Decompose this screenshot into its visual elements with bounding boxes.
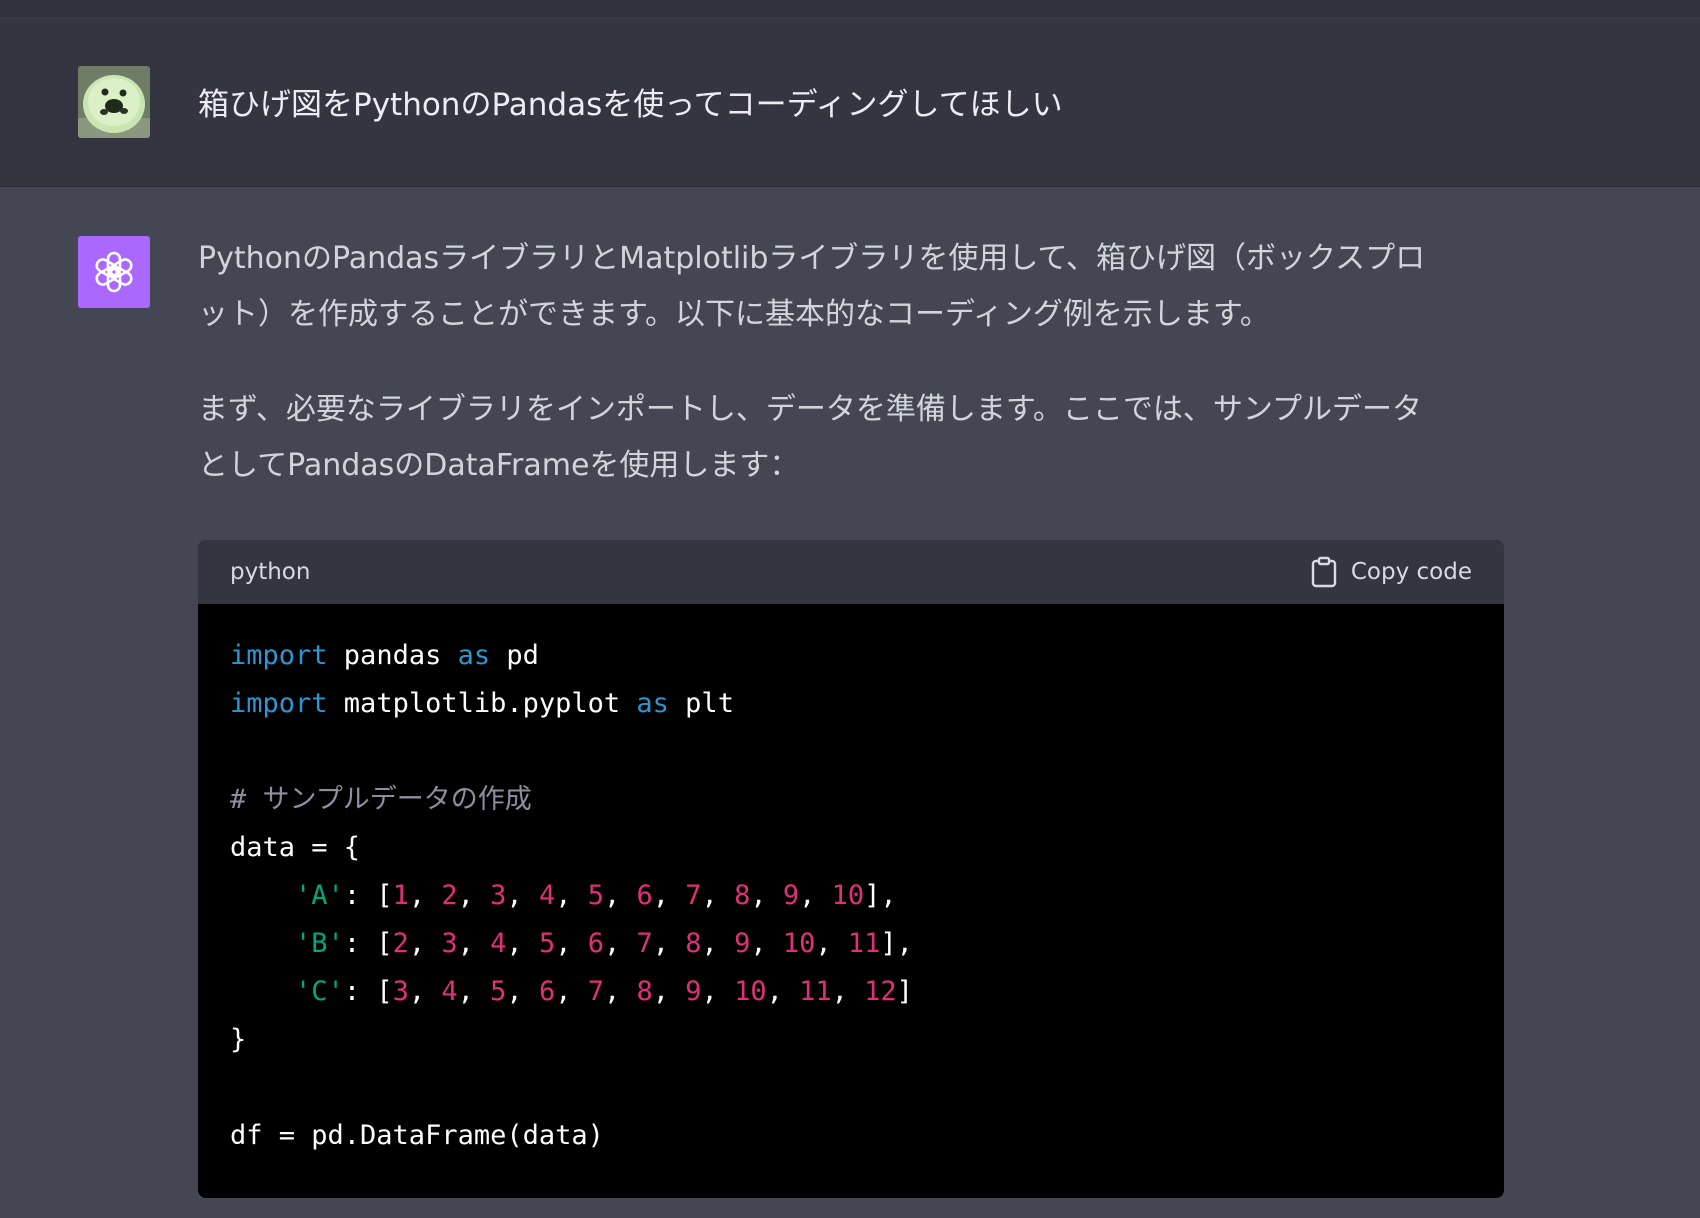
number-token: 9 (685, 976, 702, 1007)
assistant-paragraph-1: PythonのPandasライブラリとMatplotlibライブラリを使用して、… (198, 231, 1508, 343)
number-token: 7 (685, 880, 702, 911)
number-token: 8 (685, 928, 702, 959)
keyword-token: as (636, 688, 669, 719)
code-token: pd (490, 640, 539, 671)
keyword-token: as (457, 640, 491, 671)
number-token: 9 (734, 928, 751, 959)
user-message-row: 箱ひげ図をPythonのPandasを使ってコーディングしてほしい (0, 19, 1700, 187)
code-token: pandas (327, 640, 458, 671)
number-token: 6 (587, 928, 604, 959)
code-token: matplotlib.pyplot (327, 688, 637, 719)
number-token: 11 (799, 976, 832, 1007)
number-token: 2 (441, 880, 458, 911)
code-block: python Copy code import pandas as pd impo… (198, 540, 1504, 1198)
number-token: 7 (636, 928, 653, 959)
number-token: 5 (538, 928, 556, 959)
number-token: 4 (441, 976, 458, 1007)
code-line: data = { (230, 824, 913, 872)
user-message-text: 箱ひげ図をPythonのPandasを使ってコーディングしてほしい (198, 87, 1063, 123)
number-token: 4 (490, 928, 507, 959)
number-token: 1 (392, 880, 409, 911)
code-line-array-a: 'A': [1, 2, 3, 4, 5, 6, 7, 8, 9, 10], (295, 880, 897, 911)
user-avatar-image (78, 66, 150, 138)
code-line-array-c: 'C': [3, 4, 5, 6, 7, 8, 9, 10, 11, 12] (295, 976, 913, 1007)
code-line: import pandas as pd (230, 632, 913, 680)
string-token: 'A' (295, 880, 344, 911)
code-block-header: python Copy code (198, 540, 1504, 604)
number-token: 6 (636, 880, 653, 911)
number-token: 10 (782, 928, 816, 959)
code-token: plt (668, 688, 734, 719)
assistant-message-row: PythonのPandasライブラリとMatplotlibライブラリを使用して、… (0, 188, 1700, 1218)
keyword-token: import (230, 640, 328, 671)
code-line: import matplotlib.pyplot as plt (230, 680, 913, 728)
number-token: 3 (392, 976, 409, 1007)
paragraph-line: ット）を作成することができます。以下に基本的なコーディング例を示します。 (198, 297, 1270, 332)
openai-logo-icon (95, 251, 133, 293)
number-token: 2 (392, 928, 409, 959)
number-token: 7 (587, 976, 604, 1007)
code-line-array-b: 'B': [2, 3, 4, 5, 6, 7, 8, 9, 10, 11], (295, 928, 913, 959)
number-token: 8 (734, 880, 751, 911)
comment-token: # サンプルデータの作成 (230, 784, 532, 815)
assistant-paragraph-2: まず、必要なライブラリをインポートし、データを準備します。ここでは、サンプルデー… (198, 382, 1508, 494)
top-strip (0, 0, 1700, 19)
assistant-avatar (78, 236, 150, 308)
string-token: 'B' (295, 928, 344, 959)
paragraph-line: まず、必要なライブラリをインポートし、データを準備します。ここでは、サンプルデー… (198, 392, 1422, 427)
number-token: 9 (782, 880, 800, 911)
paragraph-line: としてPandasのDataFrameを使用します： (198, 448, 800, 483)
code-content: import pandas as pd import matplotlib.pyp… (230, 632, 913, 1160)
code-line: df = pd.DataFrame(data) (230, 1112, 913, 1160)
number-token: 10 (831, 880, 865, 911)
number-token: 11 (847, 928, 881, 959)
number-token: 6 (538, 976, 556, 1007)
copy-code-label: Copy code (1350, 559, 1472, 585)
copy-code-button[interactable]: Copy code (1311, 556, 1472, 588)
number-token: 10 (734, 976, 767, 1007)
keyword-token: import (230, 688, 328, 719)
number-token: 8 (636, 976, 653, 1007)
code-line: } (230, 1016, 913, 1064)
code-line: # サンプルデータの作成 (230, 776, 913, 824)
number-token: 5 (490, 976, 507, 1007)
number-token: 3 (490, 880, 507, 911)
number-token: 4 (538, 880, 556, 911)
string-token: 'C' (295, 976, 344, 1007)
number-token: 5 (587, 880, 604, 911)
code-language-label: python (230, 559, 311, 585)
code-token: df = pd.DataFrame(data) (230, 1120, 604, 1151)
clipboard-icon (1311, 556, 1337, 588)
number-token: 3 (441, 928, 458, 959)
user-avatar (78, 66, 150, 138)
number-token: 12 (864, 976, 897, 1007)
paragraph-line: PythonのPandasライブラリとMatplotlibライブラリを使用して、… (198, 241, 1426, 276)
code-token: } (230, 1024, 247, 1055)
code-token: data = { (230, 832, 361, 863)
